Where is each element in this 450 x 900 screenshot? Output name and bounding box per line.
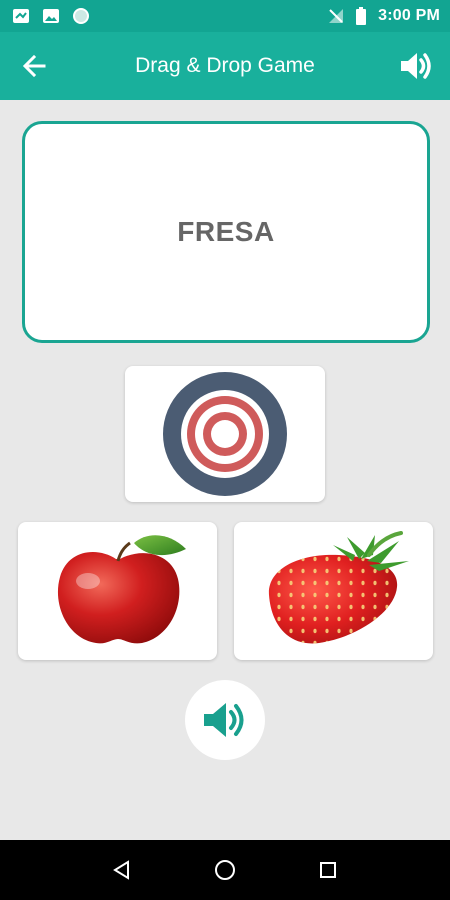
sync-icon [73,8,89,24]
system-nav-bar [0,840,450,900]
status-bar: 3:00 PM [0,0,450,32]
drop-target-card[interactable] [125,366,325,502]
strawberry-image [268,531,409,644]
no-signal-icon [329,9,344,23]
play-sound-button[interactable] [185,680,265,760]
nav-home-button[interactable] [205,850,245,890]
arrow-left-icon [22,55,46,77]
nav-recents-button[interactable] [308,850,348,890]
back-triangle-icon [112,860,129,880]
status-left-icons [12,7,90,25]
status-time: 3:00 PM [378,7,440,24]
word-card: FRESA [22,121,430,343]
word-text: FRESA [177,216,275,247]
status-right-icons: 3:00 PM [328,7,440,25]
battery-icon [356,7,367,25]
image-icon [43,9,59,23]
apple-image [57,535,186,644]
option-strawberry-card[interactable] [234,522,433,660]
option-apple-card[interactable] [18,522,217,660]
app-title: Drag & Drop Game [135,54,315,77]
header-sound-button[interactable] [396,48,436,84]
back-button[interactable] [16,50,52,82]
recents-square-icon [320,862,337,878]
volume-icon [204,703,244,737]
nav-back-button[interactable] [102,850,142,890]
app-bar: Drag & Drop Game [0,32,450,100]
notification-icon [13,9,29,23]
target-icon [163,372,287,496]
volume-icon [401,53,431,79]
home-circle-icon [214,860,235,880]
